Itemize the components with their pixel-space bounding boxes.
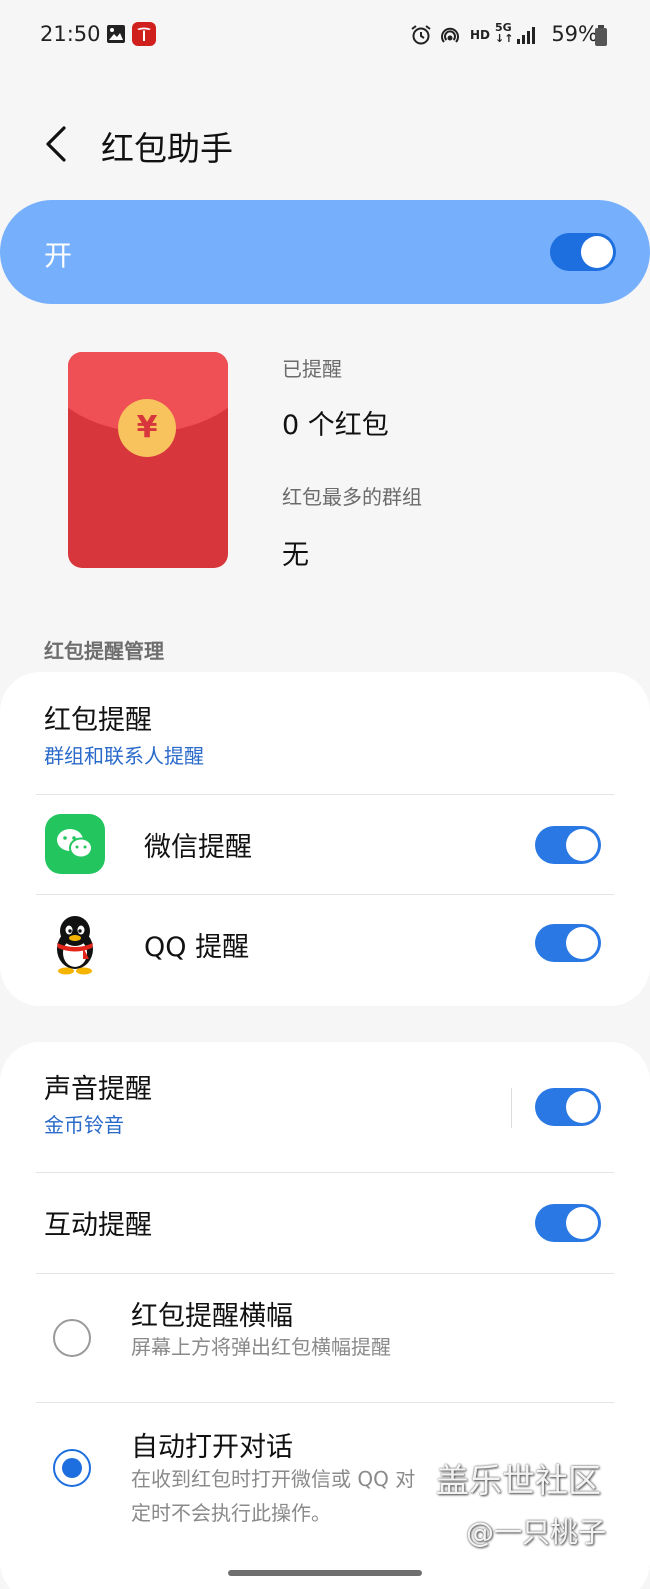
5g-text: 5G (495, 21, 512, 34)
hotspot-icon (438, 24, 462, 51)
auto-open-option-desc-line1: 在收到红包时打开微信或 QQ 对 (131, 1467, 416, 1491)
toggle-knob (566, 1207, 598, 1239)
wechat-icon (45, 814, 105, 874)
chevron-left-icon[interactable] (40, 124, 74, 164)
yuan-coin-icon: ¥ (118, 399, 176, 457)
interactive-reminder-toggle[interactable] (535, 1204, 601, 1242)
sound-reminder-title: 声音提醒 (44, 1074, 152, 1105)
status-time: 21:50 (40, 22, 101, 46)
watermark-author: @一只桃子 (466, 1516, 607, 1549)
gesture-nav-handle[interactable] (228, 1570, 422, 1576)
alarm-icon (410, 24, 432, 51)
signal-icon (515, 25, 537, 50)
sound-reminder-toggle[interactable] (535, 1088, 601, 1126)
interactive-reminder-row[interactable]: 互动提醒 (0, 1173, 650, 1273)
watermark-community: 盖乐世社区 (436, 1461, 601, 1500)
status-bar: 21:50 HD 5G ↓↑ 59% (0, 0, 650, 70)
interactive-reminder-title: 互动提醒 (44, 1210, 152, 1241)
page-title: 红包助手 (101, 129, 233, 168)
banner-radio[interactable] (53, 1319, 91, 1357)
red-packet-reminder-title: 红包提醒 (44, 705, 152, 736)
toggle-knob (581, 236, 613, 268)
reminded-value: 0 个红包 (282, 410, 389, 441)
tesla-app-icon (132, 22, 156, 51)
banner-option-title: 红包提醒横幅 (131, 1301, 293, 1332)
qq-reminder-toggle[interactable] (535, 924, 601, 962)
auto-open-option-desc-line2: 定时不会执行此操作。 (131, 1501, 331, 1525)
battery-icon (594, 25, 608, 52)
toggle-knob (566, 1091, 598, 1123)
red-envelope-illustration: ¥ (68, 352, 228, 568)
reminder-management-card: 红包提醒 群组和联系人提醒 微信提醒 QQ 提醒 (0, 672, 650, 1006)
red-packet-reminder-subtitle: 群组和联系人提醒 (44, 744, 204, 768)
red-packet-reminder-row[interactable]: 红包提醒 群组和联系人提醒 (0, 672, 650, 792)
wechat-reminder-label: 微信提醒 (144, 832, 252, 863)
toggle-knob (566, 829, 598, 861)
alerts-card: 声音提醒 金币铃音 互动提醒 红包提醒横幅 屏幕上方将弹出红包横幅提醒 自动打开… (0, 1042, 650, 1589)
toggle-knob (566, 927, 598, 959)
battery-percent: 59% (551, 22, 598, 46)
master-switch-bar[interactable]: 开 (0, 200, 650, 304)
banner-option-desc: 屏幕上方将弹出红包横幅提醒 (131, 1335, 391, 1359)
sound-reminder-subtitle: 金币铃音 (44, 1113, 124, 1137)
qq-reminder-row[interactable]: QQ 提醒 (0, 895, 650, 995)
wechat-reminder-toggle[interactable] (535, 826, 601, 864)
5g-icon: 5G ↓↑ (495, 21, 514, 45)
vertical-divider (511, 1088, 512, 1128)
auto-open-option-title: 自动打开对话 (131, 1432, 293, 1463)
gallery-icon (106, 24, 126, 49)
master-switch-label: 开 (44, 239, 73, 272)
sound-reminder-row[interactable]: 声音提醒 金币铃音 (0, 1042, 650, 1172)
app-bar: 红包助手 (0, 110, 650, 180)
qq-reminder-label: QQ 提醒 (144, 932, 250, 963)
reminded-label: 已提醒 (282, 357, 342, 381)
auto-open-radio[interactable] (53, 1449, 91, 1487)
banner-option-row[interactable]: 红包提醒横幅 屏幕上方将弹出红包横幅提醒 (0, 1274, 650, 1402)
qq-icon (45, 913, 105, 975)
master-toggle[interactable] (550, 233, 616, 271)
radio-dot (62, 1458, 82, 1478)
section-header-reminder-management: 红包提醒管理 (44, 639, 164, 663)
top-group-value: 无 (282, 540, 309, 571)
hd-icon: HD (470, 28, 491, 42)
top-group-label: 红包最多的群组 (282, 485, 422, 509)
wechat-reminder-row[interactable]: 微信提醒 (0, 795, 650, 895)
